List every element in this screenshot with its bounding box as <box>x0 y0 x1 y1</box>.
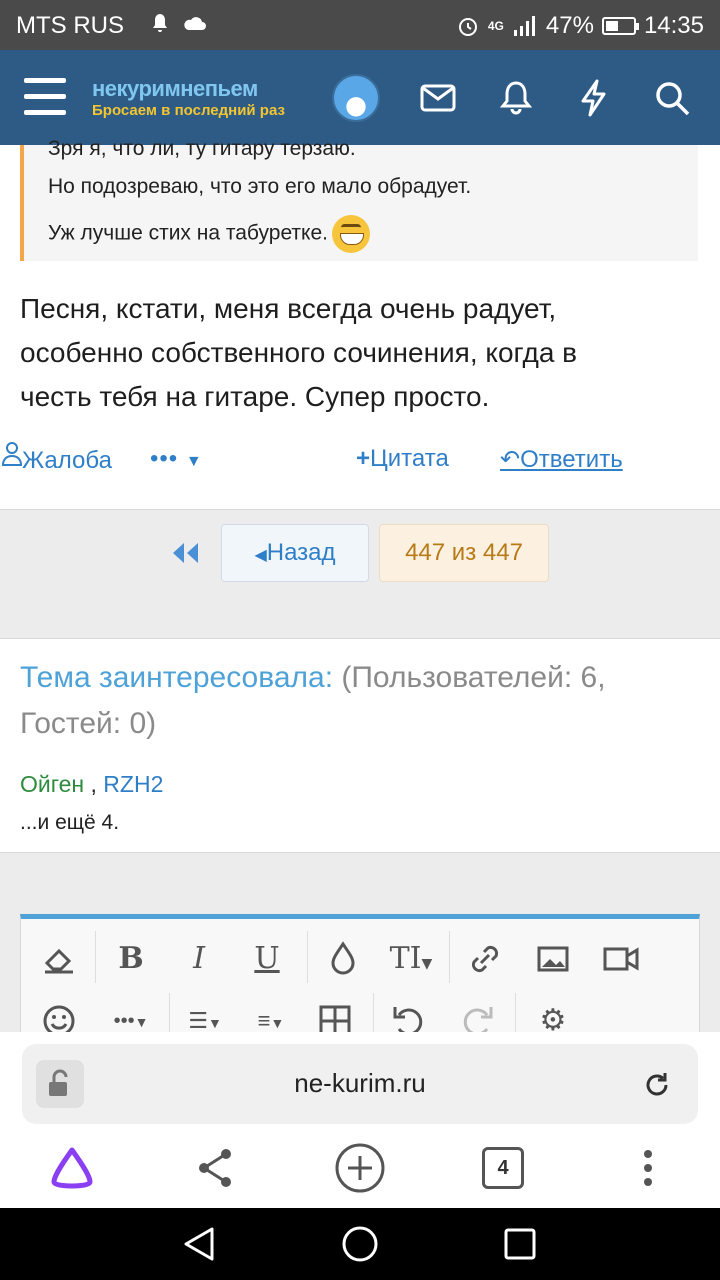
alerts-bell-icon[interactable] <box>496 78 536 118</box>
network-type: 4G <box>487 19 504 33</box>
home-circle-icon[interactable] <box>340 1224 380 1264</box>
more-actions-button[interactable]: ••• ▼ <box>150 445 203 473</box>
status-bar: MTS RUS 4G 47% 14:35 <box>0 0 720 50</box>
user-separator: , <box>90 771 97 797</box>
interested-users-panel: Тема заинтересовала: (Пользователей: 6, … <box>0 638 720 853</box>
post-body: Песня, кстати, меня всегда очень радует,… <box>20 287 700 419</box>
user-link[interactable]: RZH2 <box>103 771 163 797</box>
chevron-down-icon: ▼ <box>185 453 203 470</box>
italic-icon[interactable]: I <box>179 939 219 979</box>
back-button[interactable]: ◀Назад <box>221 524 369 582</box>
user-icon[interactable] <box>0 441 24 467</box>
quote-line: Но подозреваю, что это его мало обрадует… <box>48 175 472 198</box>
first-page-icon[interactable] <box>170 542 200 564</box>
search-icon[interactable] <box>652 78 692 118</box>
underline-icon[interactable]: U <box>247 939 287 979</box>
alice-assistant-icon[interactable] <box>48 1144 96 1192</box>
back-triangle-icon[interactable] <box>180 1226 220 1262</box>
battery-fill <box>605 21 618 31</box>
more-vertical-icon[interactable] <box>624 1144 672 1192</box>
signal-icon <box>513 16 535 36</box>
url-text: ne-kurim.ru <box>294 1068 426 1098</box>
reply-arrow-icon: ↶ <box>500 446 521 473</box>
report-link[interactable]: Жалоба <box>22 447 112 475</box>
notification-bell-icon <box>153 14 167 32</box>
user-avatar[interactable] <box>332 74 380 122</box>
share-icon[interactable] <box>192 1144 240 1192</box>
quote-block: Зря я, что ли, ту гитару терзаю. Но подо… <box>20 137 698 261</box>
interested-heading: Тема заинтересовала: <box>20 661 334 694</box>
interested-title: Тема заинтересовала: (Пользователей: 6, … <box>20 655 710 747</box>
logo-tagline: Бросаем в последний раз <box>92 102 285 119</box>
quote-button[interactable]: +Цитата <box>356 445 449 473</box>
chevron-left-icon: ◀ <box>254 547 267 564</box>
menu-icon[interactable] <box>24 78 66 116</box>
quote-line: Зря я, что ли, ту гитару терзаю. <box>48 137 356 160</box>
reply-editor: B I U TI▼ •••▼ ☰▼ ≡▼ ⚙ <box>20 914 700 1045</box>
lightning-icon[interactable] <box>574 78 614 118</box>
post-body-line: особенно собственного сочинения, когда в <box>20 337 578 368</box>
carrier-label: MTS RUS <box>16 12 124 39</box>
color-drop-icon[interactable] <box>323 939 363 979</box>
text-size-icon[interactable]: TI▼ <box>383 939 439 979</box>
recents-square-icon[interactable] <box>502 1226 538 1262</box>
new-tab-plus-icon[interactable] <box>334 1142 386 1194</box>
image-icon[interactable] <box>533 939 573 979</box>
link-icon[interactable] <box>465 939 505 979</box>
bold-icon[interactable]: B <box>111 939 151 979</box>
site-logo[interactable]: некуримнепьем Бросаем в последний раз <box>92 76 285 119</box>
grin-emoji-icon <box>331 215 370 253</box>
clock: 14:35 <box>643 12 704 39</box>
quote-line: Уж лучше стих на табуретке. <box>48 215 370 253</box>
battery-percent: 47% <box>545 12 594 39</box>
post-actions: Жалоба ••• ▼ +Цитата ↶Ответить <box>0 441 720 481</box>
user-link[interactable]: Ойген <box>20 771 84 797</box>
post-body-line: Песня, кстати, меня всегда очень радует, <box>20 293 557 324</box>
address-bar[interactable]: ne-kurim.ru <box>22 1044 698 1124</box>
tabs-counter[interactable]: 4 <box>482 1147 524 1189</box>
pagination: ◀Назад 447 из 447 <box>0 510 720 638</box>
page-counter[interactable]: 447 из 447 <box>379 524 549 582</box>
interested-users-list: Ойген , RZH2 <box>20 771 163 798</box>
reply-button[interactable]: ↶Ответить <box>500 445 623 474</box>
site-header: некуримнепьем Бросаем в последний раз <box>0 50 720 145</box>
cloud-icon <box>184 17 206 30</box>
alarm-icon <box>458 18 477 36</box>
messages-icon[interactable] <box>418 78 458 118</box>
system-nav-bar <box>0 1208 720 1280</box>
more-users-text: ...и ещё 4. <box>20 811 120 834</box>
browser-toolbar: ne-kurim.ru 4 <box>0 1032 720 1208</box>
eraser-icon[interactable] <box>39 939 79 979</box>
plus-icon: + <box>356 445 371 472</box>
forum-post: Зря я, что ли, ту гитару терзаю. Но подо… <box>0 137 720 510</box>
video-icon[interactable] <box>601 939 641 979</box>
logo-title: некуримнепьем <box>92 76 258 101</box>
battery-icon <box>601 17 639 35</box>
post-body-line: честь тебя на гитаре. Супер просто. <box>20 381 490 412</box>
reload-icon[interactable] <box>642 1070 672 1100</box>
